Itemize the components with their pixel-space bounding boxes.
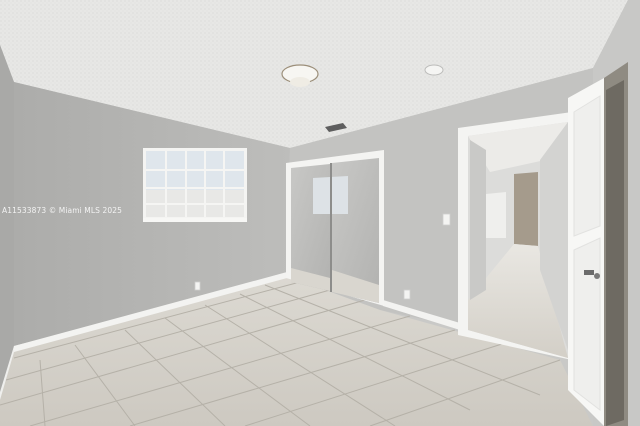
left-side-wall <box>0 45 14 398</box>
watermark: A11533873 © Miami MLS 2025 <box>2 206 122 215</box>
closet-mirror-doors <box>286 150 384 306</box>
window <box>143 148 247 222</box>
hallway-doorway <box>458 112 572 360</box>
light-switch <box>442 213 451 226</box>
door-frame-right-inner <box>606 80 624 426</box>
outlet-left <box>194 281 201 291</box>
smoke-detector <box>424 64 444 76</box>
open-door <box>568 78 604 426</box>
outlet-back <box>403 289 411 300</box>
